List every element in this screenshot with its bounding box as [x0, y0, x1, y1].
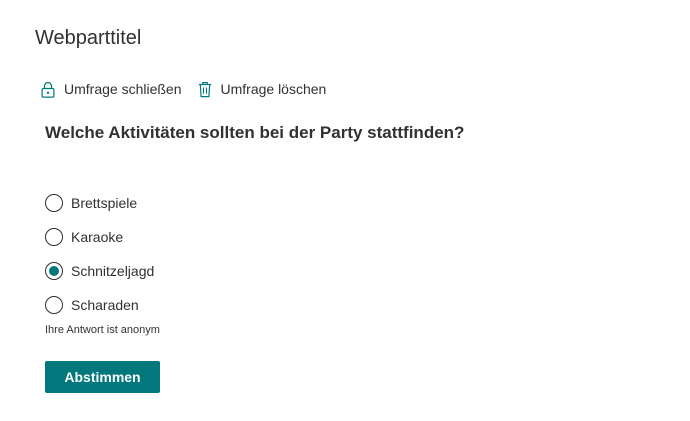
trash-icon [198, 81, 212, 98]
option-label: Scharaden [71, 297, 139, 313]
option-label: Schnitzeljagd [71, 263, 155, 279]
vote-button[interactable]: Abstimmen [45, 361, 160, 393]
poll-option-brettspiele[interactable]: Brettspiele [45, 186, 154, 220]
poll-option-schnitzeljagd[interactable]: Schnitzeljagd [45, 254, 154, 288]
option-label: Brettspiele [71, 195, 138, 211]
poll-option-scharaden[interactable]: Scharaden [45, 288, 154, 322]
poll-toolbar: Umfrage schließen Umfrage löschen [41, 79, 326, 99]
option-label: Karaoke [71, 229, 124, 245]
delete-poll-button[interactable]: Umfrage löschen [198, 79, 327, 99]
poll-question: Welche Aktivitäten sollten bei der Party… [45, 123, 465, 142]
close-poll-button[interactable]: Umfrage schließen [41, 79, 182, 99]
lock-icon [41, 81, 55, 98]
delete-poll-label: Umfrage löschen [220, 81, 327, 97]
poll-option-karaoke[interactable]: Karaoke [45, 220, 154, 254]
poll-options: Brettspiele Karaoke Schnitzeljagd Schara… [45, 186, 154, 322]
close-poll-label: Umfrage schließen [64, 81, 182, 97]
radio-button[interactable] [45, 296, 63, 314]
radio-button[interactable] [45, 228, 63, 246]
radio-button-selected[interactable] [45, 262, 63, 280]
webpart-title: Webparttitel [35, 27, 142, 49]
anonymity-note: Ihre Antwort ist anonym [45, 324, 160, 336]
poll-webpart: Webparttitel Umfrage schließen Umfrage l… [0, 0, 690, 421]
radio-button[interactable] [45, 194, 63, 212]
